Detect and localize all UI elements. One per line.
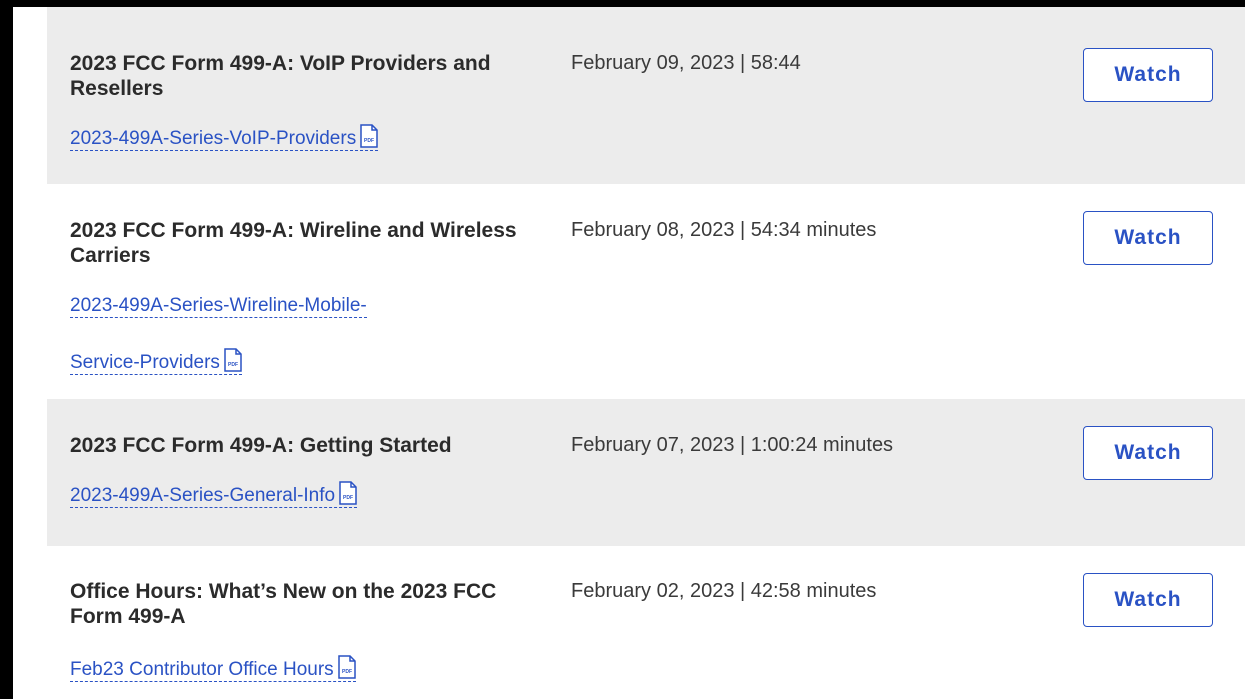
webinar-pdf-link-line: 2023-499A-Series-Wireline-Mobile- <box>70 294 367 318</box>
watch-button[interactable]: Watch <box>1083 211 1213 265</box>
webinar-row: Office Hours: What’s New on the 2023 FCC… <box>47 548 1245 699</box>
webinar-pdf-link-line: Feb23 Contributor Office Hours PDF <box>70 655 356 682</box>
webinar-title: Office Hours: What’s New on the 2023 FCC… <box>70 580 497 628</box>
webinar-pdf-link[interactable]: 2023-499A-Series-Wireline-Mobile- <box>70 295 367 318</box>
webinar-row: 2023 FCC Form 499-A: VoIP Providers and … <box>47 7 1245 186</box>
webinar-pdf-link-line: 2023-499A-Series-General-Info PDF <box>70 481 358 508</box>
webinar-pdf-link-line: Service-Providers PDF <box>70 348 242 375</box>
pdf-file-icon: PDF <box>224 348 242 372</box>
webinar-date-duration: February 07, 2023 | 1:00:24 minutes <box>571 434 894 456</box>
pdf-icon-label: PDF <box>228 362 238 368</box>
webinar-pdf-link[interactable]: 2023-499A-Series-VoIP-Providers PDF <box>70 124 379 151</box>
webinar-pdf-link-text: Feb23 Contributor Office Hours <box>70 659 334 680</box>
webinar-pdf-link-text: 2023-499A-Series-General-Info <box>70 485 336 506</box>
watch-button[interactable]: Watch <box>1083 48 1213 102</box>
pdf-file-icon: PDF <box>337 655 356 679</box>
webinar-title: 2023 FCC Form 499-A: Getting Started <box>70 434 452 457</box>
watch-button[interactable]: Watch <box>1083 426 1213 480</box>
webinar-title: 2023 FCC Form 499-A: Wireline and Wirele… <box>70 219 517 267</box>
webinar-pdf-link[interactable]: Feb23 Contributor Office Hours PDF <box>70 655 356 682</box>
webinar-title: 2023 FCC Form 499-A: VoIP Providers and … <box>70 52 491 100</box>
webinar-pdf-link[interactable]: 2023-499A-Series-General-Info PDF <box>70 481 358 508</box>
webinar-date-duration: February 08, 2023 | 54:34 minutes <box>571 219 877 241</box>
pdf-icon-label: PDF <box>364 138 374 144</box>
pdf-icon-label: PDF <box>342 669 352 675</box>
webinar-pdf-link[interactable]: Service-Providers PDF <box>70 348 242 375</box>
webinar-row: 2023 FCC Form 499-A: Getting Started Feb… <box>47 399 1245 548</box>
webinar-pdf-link-text: Service-Providers <box>70 352 220 373</box>
webinar-pdf-link-line: 2023-499A-Series-VoIP-Providers PDF <box>70 124 379 151</box>
watch-button[interactable]: Watch <box>1083 573 1213 627</box>
webinar-date-duration: February 09, 2023 | 58:44 <box>571 52 801 74</box>
webinar-row: 2023 FCC Form 499-A: Wireline and Wirele… <box>47 186 1245 399</box>
page-frame: 2023 FCC Form 499-A: VoIP Providers and … <box>0 0 1245 699</box>
webinar-pdf-link-text: 2023-499A-Series-VoIP-Providers <box>70 128 357 149</box>
pdf-file-icon: PDF <box>339 481 357 505</box>
webinar-list: 2023 FCC Form 499-A: VoIP Providers and … <box>47 7 1245 699</box>
webinar-date-duration: February 02, 2023 | 42:58 minutes <box>571 580 877 602</box>
pdf-file-icon: PDF <box>360 124 378 148</box>
pdf-icon-label: PDF <box>343 495 353 501</box>
